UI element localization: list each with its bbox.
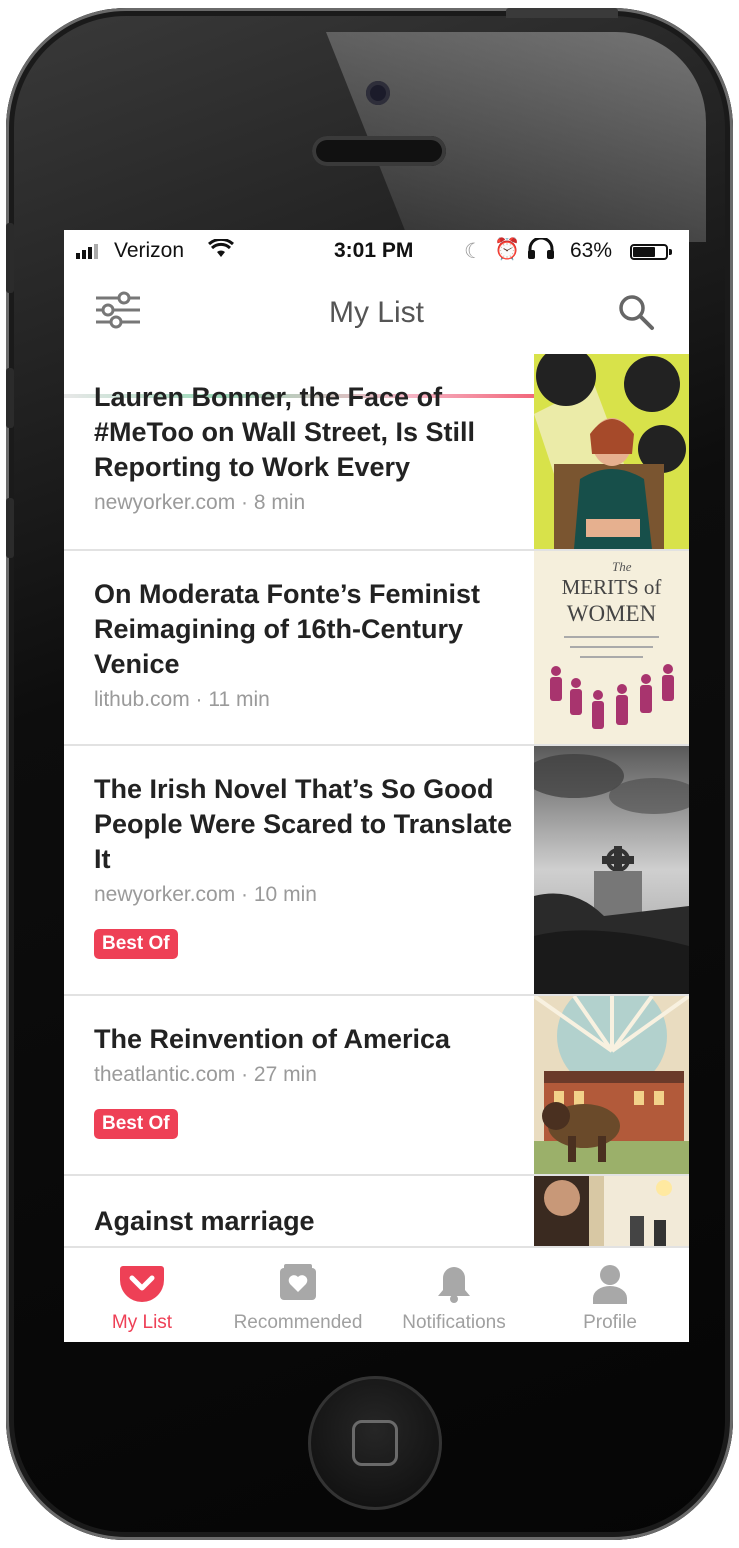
- clock: 3:01 PM: [334, 239, 414, 262]
- article-thumbnail: The MERITS of WOMEN: [534, 551, 689, 744]
- earpiece-speaker: [312, 136, 446, 166]
- article-title: Lauren Bonner, the Face of #MeToo on Wal…: [94, 382, 476, 482]
- volume-up-button: [6, 368, 14, 428]
- bell-icon: [436, 1264, 472, 1309]
- tab-label: Profile: [583, 1312, 637, 1333]
- heart-box-icon: [278, 1264, 318, 1307]
- volume-down-button: [6, 498, 14, 558]
- article-thumbnail: [534, 354, 689, 549]
- tab-notifications[interactable]: Notifications: [376, 1248, 532, 1342]
- signal-bars-icon: [76, 244, 98, 259]
- tab-recommended[interactable]: Recommended: [220, 1248, 376, 1342]
- battery-icon: [630, 244, 672, 260]
- article-thumbnail: [534, 996, 689, 1174]
- home-button[interactable]: [308, 1376, 442, 1510]
- article-thumbnail: [534, 1176, 689, 1246]
- tab-label: My List: [111, 1312, 173, 1333]
- pocket-icon: [119, 1264, 165, 1307]
- tab-label: Recommended: [233, 1312, 363, 1333]
- article-meta: newyorker.com · 8 min: [94, 491, 306, 514]
- tab-profile[interactable]: Profile: [532, 1248, 688, 1342]
- nav-bar: My List: [64, 274, 689, 398]
- mute-switch: [6, 223, 14, 293]
- wifi-icon: [208, 237, 234, 265]
- moon-icon: ☾: [464, 240, 483, 263]
- article-text: Against marriage: [94, 1204, 514, 1239]
- carrier-name: Verizon: [114, 239, 185, 262]
- search-button[interactable]: [616, 292, 656, 332]
- list-item[interactable]: Lauren Bonner, the Face of #MeToo on Wal…: [64, 354, 689, 551]
- list-item[interactable]: Against marriage: [64, 1176, 689, 1246]
- article-text: The Reinvention of America theatlantic.c…: [94, 1022, 514, 1139]
- tab-my-list[interactable]: My List: [64, 1248, 220, 1342]
- article-title: The Reinvention of America: [94, 1024, 451, 1054]
- app-screen: Verizon 3:01 PM ☾ ⏰ 63% My List Lauren B…: [64, 230, 689, 1342]
- article-text: On Moderata Fonte’s Feminist Reimagining…: [94, 577, 514, 712]
- list-item[interactable]: On Moderata Fonte’s Feminist Reimagining…: [64, 551, 689, 746]
- article-title: The Irish Novel That’s So Good People We…: [94, 774, 513, 874]
- best-of-badge: Best Of: [94, 929, 178, 959]
- article-title: Against marriage: [94, 1206, 315, 1236]
- article-title: On Moderata Fonte’s Feminist Reimagining…: [94, 579, 481, 679]
- battery-percent: 63%: [570, 239, 613, 262]
- article-list: Lauren Bonner, the Face of #MeToo on Wal…: [64, 354, 689, 1246]
- list-item[interactable]: The Irish Novel That’s So Good People We…: [64, 746, 689, 996]
- power-button: [506, 8, 618, 18]
- status-bar: Verizon 3:01 PM ☾ ⏰ 63%: [64, 230, 689, 274]
- best-of-badge: Best Of: [94, 1109, 178, 1139]
- home-square-icon: [352, 1420, 398, 1466]
- alarm-icon: ⏰: [494, 238, 521, 261]
- article-thumbnail: [534, 746, 689, 994]
- article-text: Lauren Bonner, the Face of #MeToo on Wal…: [94, 380, 514, 515]
- page-title: My List: [328, 296, 424, 329]
- headphones-icon: [526, 236, 556, 266]
- search-icon: [619, 295, 654, 330]
- front-camera: [366, 81, 390, 105]
- list-item[interactable]: The Reinvention of America theatlantic.c…: [64, 996, 689, 1176]
- article-meta: newyorker.com · 10 min: [94, 883, 317, 906]
- article-meta: lithub.com · 11 min: [94, 688, 270, 711]
- article-text: The Irish Novel That’s So Good People We…: [94, 772, 514, 959]
- tab-bar: My List Recommended Notifications Profil…: [64, 1246, 689, 1342]
- article-meta: theatlantic.com · 27 min: [94, 1063, 317, 1086]
- tab-label: Notifications: [402, 1312, 506, 1333]
- person-icon: [591, 1264, 629, 1309]
